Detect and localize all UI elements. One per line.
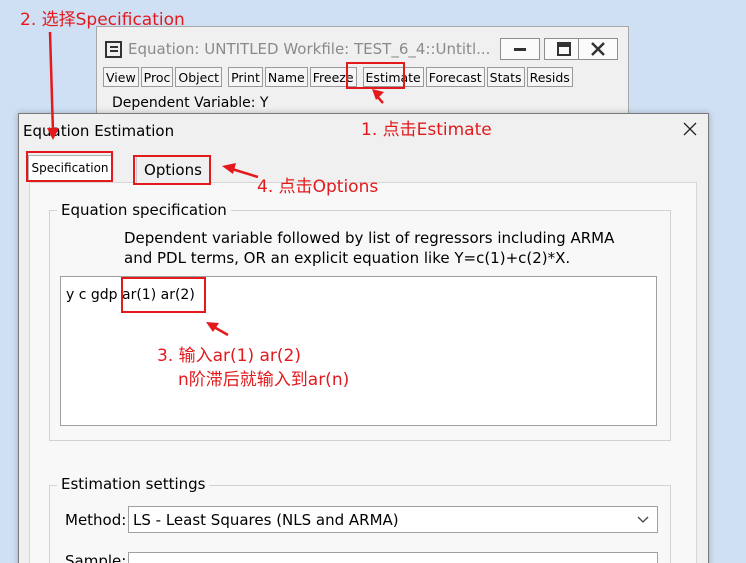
estimate-highlight-box — [346, 62, 405, 89]
annotation-step1: 1. 点击Estimate — [361, 120, 492, 140]
arrow-step2-head — [47, 128, 59, 140]
annotation-step4: 4. 点击Options — [257, 177, 379, 197]
options-highlight-box — [133, 155, 211, 185]
arrow-step3-line — [213, 325, 229, 337]
ar-terms-highlight-box — [121, 277, 206, 313]
arrow-step4-head — [222, 163, 236, 174]
arrow-step3-head — [206, 322, 219, 332]
arrow-step2-line — [48, 31, 55, 133]
annotation-step3-line1: 3. 输入ar(1) ar(2) — [157, 346, 302, 366]
arrow-step4-line — [231, 167, 259, 179]
annotation-step3-line2: n阶滞后就输入到ar(n) — [178, 370, 350, 390]
specification-highlight-box — [26, 151, 113, 182]
annotation-step2: 2. 选择Specification — [20, 10, 185, 30]
